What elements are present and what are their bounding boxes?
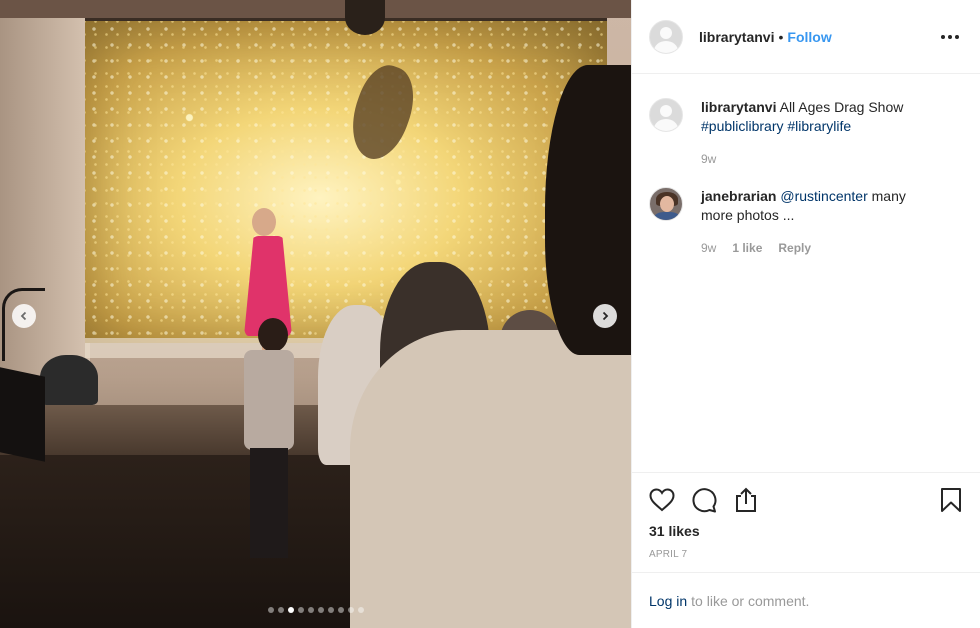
comment-button[interactable]: [690, 486, 718, 514]
share-icon: [736, 487, 756, 512]
heart-icon: [649, 488, 675, 512]
chevron-right-icon: [602, 311, 609, 321]
stage-fan: [40, 355, 98, 405]
chevron-left-icon: [20, 311, 27, 321]
caption-text: All Ages Drag Show: [779, 99, 904, 115]
save-button[interactable]: [937, 486, 965, 514]
foreground-person: [350, 330, 631, 628]
carousel-dot: [277, 607, 284, 613]
commenter-avatar[interactable]: [649, 187, 683, 221]
child-figure: [238, 318, 298, 558]
next-photo-button[interactable]: [593, 304, 617, 328]
reply-button[interactable]: Reply: [778, 239, 811, 258]
carousel-dot: [327, 607, 334, 613]
comment-likes[interactable]: 1 like: [732, 239, 762, 258]
hashtag-link[interactable]: #librarylife: [787, 118, 851, 134]
comments-list: librarytanvi All Ages Drag Show #publicl…: [632, 74, 980, 258]
follow-button[interactable]: Follow: [787, 29, 831, 45]
foreground-hair: [545, 65, 631, 355]
ceiling-decoration: [345, 0, 385, 35]
comment-username[interactable]: janebrarian: [701, 188, 776, 204]
comment-icon: [692, 488, 717, 513]
carousel-indicator: [0, 607, 631, 613]
bookmark-icon: [941, 488, 961, 512]
carousel-dot: [347, 607, 354, 613]
caption-username[interactable]: librarytanvi: [701, 99, 776, 115]
login-link[interactable]: Log in: [649, 593, 687, 609]
separator-dot: •: [778, 28, 784, 45]
author-avatar[interactable]: [649, 19, 683, 54]
speaker: [0, 367, 45, 462]
performer-head: [252, 208, 276, 236]
post-photo[interactable]: [0, 0, 631, 628]
post-header: librarytanvi • Follow: [632, 0, 980, 74]
comment-item: janebrarian @rustincenter many more phot…: [649, 187, 963, 258]
carousel-dot: [267, 607, 274, 613]
carousel-dot: [287, 607, 294, 613]
carousel-dot: [307, 607, 314, 613]
caption-time[interactable]: 9w: [701, 150, 716, 169]
carousel-dot: [297, 607, 304, 613]
login-prompt: Log in to like or comment.: [632, 572, 980, 628]
child-head: [258, 318, 288, 352]
more-options-icon[interactable]: [937, 31, 963, 43]
hashtag-link[interactable]: #publiclibrary: [701, 118, 783, 134]
carousel-dot: [357, 607, 364, 613]
post-sidebar: librarytanvi • Follow librarytanvi All A…: [631, 0, 980, 628]
caption-avatar[interactable]: [649, 98, 683, 132]
carousel-dot: [337, 607, 344, 613]
previous-photo-button[interactable]: [12, 304, 36, 328]
instagram-post: librarytanvi • Follow librarytanvi All A…: [0, 0, 980, 628]
photo-ceiling: [0, 0, 631, 18]
caption: librarytanvi All Ages Drag Show #publicl…: [649, 98, 963, 169]
post-date[interactable]: APRIL 7: [632, 549, 980, 560]
carousel-dot: [317, 607, 324, 613]
post-actions: 31 likes APRIL 7: [632, 472, 980, 560]
screen-sparkles: [85, 21, 607, 340]
likes-count[interactable]: 31 likes: [632, 523, 980, 539]
child-legs: [250, 448, 288, 558]
comment-time[interactable]: 9w: [701, 239, 716, 258]
login-text: to like or comment.: [691, 592, 810, 609]
like-button[interactable]: [648, 486, 676, 514]
author-username[interactable]: librarytanvi: [699, 29, 774, 45]
child-body: [244, 350, 294, 450]
share-button[interactable]: [732, 486, 760, 514]
mention-link[interactable]: @rustincenter: [780, 188, 867, 204]
